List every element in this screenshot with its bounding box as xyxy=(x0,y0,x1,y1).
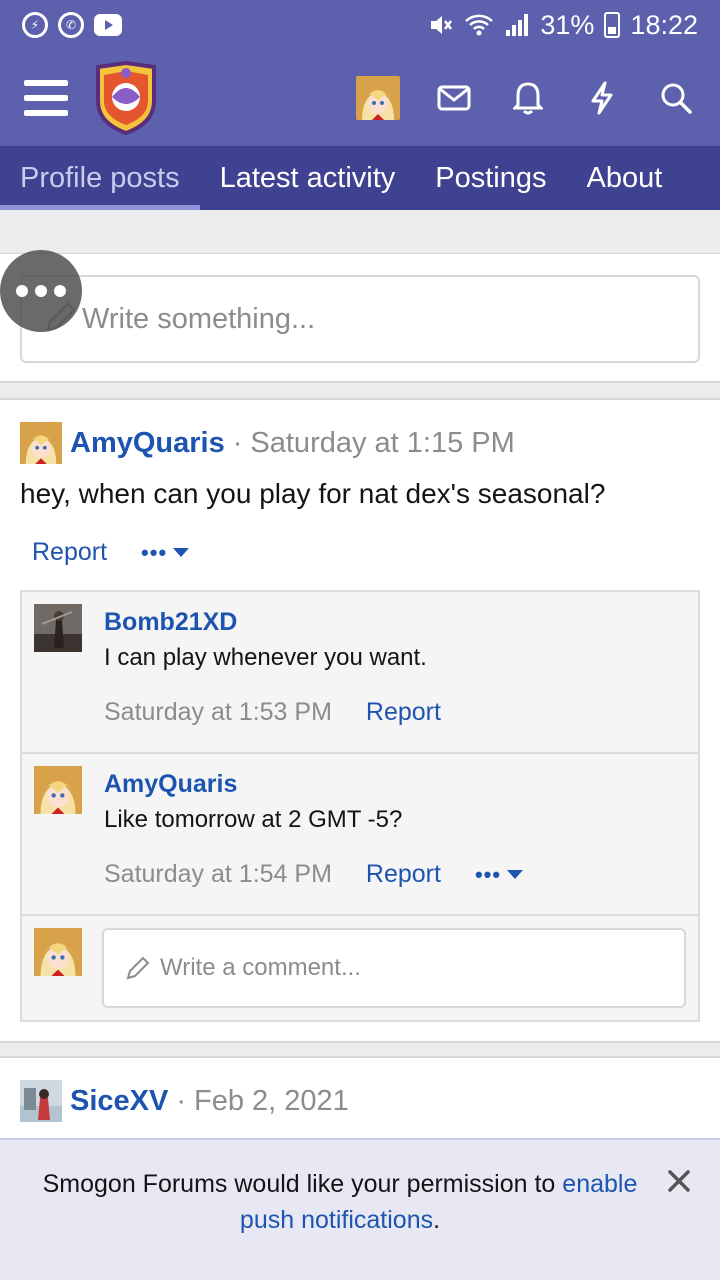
comment-time[interactable]: Saturday at 1:54 PM xyxy=(104,860,332,889)
comment-text: Like tomorrow at 2 GMT -5? xyxy=(104,806,403,833)
avatar[interactable] xyxy=(20,1080,62,1122)
post-actions: Report ••• xyxy=(32,538,190,567)
smogon-logo[interactable] xyxy=(94,61,158,135)
avatar[interactable] xyxy=(34,766,82,814)
whatsapp-icon: ✆ xyxy=(58,12,84,38)
tab-latest-activity[interactable]: Latest activity xyxy=(200,146,416,210)
more-dots: ••• xyxy=(141,539,168,565)
post-time[interactable]: Feb 2, 2021 xyxy=(194,1085,349,1118)
composer-placeholder: Write something... xyxy=(82,302,316,335)
search-icon[interactable] xyxy=(656,78,696,118)
app-header xyxy=(0,50,720,146)
post-author[interactable]: SiceXV xyxy=(70,1085,168,1118)
report-link[interactable]: Report xyxy=(366,698,441,727)
post-header: AmyQuaris · Saturday at 1:15 PM xyxy=(20,422,515,464)
mute-icon xyxy=(431,16,453,34)
wifi-icon xyxy=(465,14,494,36)
comment-text: I can play whenever you want. xyxy=(104,644,427,671)
comment-input[interactable]: Write a comment... xyxy=(102,928,686,1008)
comment-footer: Saturday at 1:53 PM Report xyxy=(104,698,441,727)
comment-time[interactable]: Saturday at 1:53 PM xyxy=(104,698,332,727)
comment-more-dropdown[interactable]: ••• xyxy=(474,861,524,888)
post-header: SiceXV · Feb 2, 2021 xyxy=(20,1080,349,1122)
comment-placeholder: Write a comment... xyxy=(160,954,361,981)
notice-text: Smogon Forums would like your permission… xyxy=(42,1170,556,1198)
post-more-dropdown[interactable]: ••• xyxy=(141,539,190,566)
avatar xyxy=(34,928,82,976)
more-dots: ••• xyxy=(474,861,502,887)
user-avatar[interactable] xyxy=(356,76,400,120)
profile-post: AmyQuaris · Saturday at 1:15 PM hey, whe… xyxy=(0,398,720,1043)
messenger-icon: ⚡ xyxy=(22,12,48,38)
report-link[interactable]: Report xyxy=(32,538,107,567)
composer-panel: Write something... xyxy=(0,253,720,383)
comment-footer: Saturday at 1:54 PM Report ••• xyxy=(104,860,524,889)
tab-about[interactable]: About xyxy=(567,146,683,210)
mail-icon[interactable] xyxy=(434,78,474,118)
battery-percent: 31% xyxy=(540,9,595,40)
comments-list: Bomb21XD I can play whenever you want. S… xyxy=(20,590,700,1022)
post-author[interactable]: AmyQuaris xyxy=(70,427,225,460)
separator: · xyxy=(232,426,243,459)
battery-icon xyxy=(604,12,621,38)
post-time[interactable]: Saturday at 1:15 PM xyxy=(250,427,514,460)
avatar[interactable] xyxy=(34,604,82,652)
pencil-icon xyxy=(126,956,150,980)
comment-author[interactable]: Bomb21XD xyxy=(104,608,237,637)
status-bar: ⚡ ✆ 31% 18:22 xyxy=(0,0,720,50)
more-options-button[interactable] xyxy=(0,250,82,332)
avatar[interactable] xyxy=(20,422,62,464)
profile-tabs: Profile posts Latest activity Postings A… xyxy=(0,146,720,210)
notice-suffix: . xyxy=(433,1206,441,1234)
push-notification-banner: Smogon Forums would like your permission… xyxy=(0,1138,720,1280)
separator: · xyxy=(176,1084,187,1117)
youtube-icon xyxy=(94,14,122,36)
clock: 18:22 xyxy=(630,9,698,40)
post-body: hey, when can you play for nat dex's sea… xyxy=(20,478,606,509)
caret-down-icon xyxy=(173,548,190,557)
comment-author[interactable]: AmyQuaris xyxy=(104,770,237,799)
close-icon[interactable] xyxy=(664,1166,694,1196)
tab-postings[interactable]: Postings xyxy=(415,146,566,210)
caret-down-icon xyxy=(507,870,524,879)
write-something-input[interactable]: Write something... xyxy=(20,275,700,363)
menu-icon[interactable] xyxy=(24,80,68,116)
reply-box: Write a comment... xyxy=(22,916,698,1020)
signal-icon xyxy=(506,14,529,36)
bolt-icon[interactable] xyxy=(582,78,622,118)
bell-icon[interactable] xyxy=(508,78,548,118)
tab-profile-posts[interactable]: Profile posts xyxy=(0,146,200,210)
report-link[interactable]: Report xyxy=(366,860,441,889)
comment: AmyQuaris Like tomorrow at 2 GMT -5? Sat… xyxy=(22,754,698,916)
comment: Bomb21XD I can play whenever you want. S… xyxy=(22,592,698,754)
